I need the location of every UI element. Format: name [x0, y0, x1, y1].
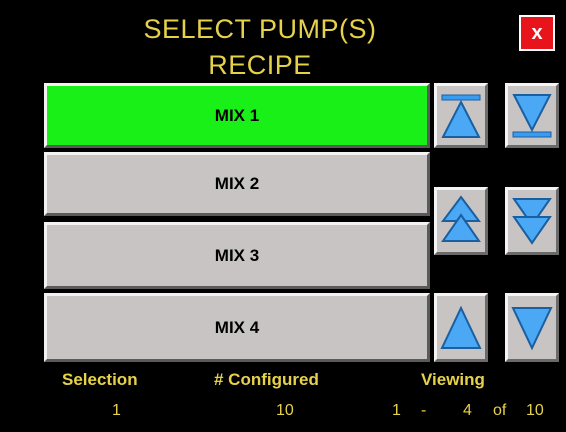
recipe-item-label: MIX 3 — [214, 245, 260, 265]
configured-label: # Configured — [214, 370, 319, 389]
page-subtitle: RECIPE — [208, 50, 312, 80]
scroll-down-button[interactable] — [505, 293, 559, 362]
recipe-item-1[interactable]: MIX 1 — [44, 83, 430, 148]
recipe-item-2[interactable]: MIX 2 — [44, 152, 430, 216]
selection-value: 1 — [112, 402, 121, 419]
configured-value: 10 — [276, 402, 294, 419]
scroll-top-button[interactable] — [434, 83, 488, 148]
recipe-item-4[interactable]: MIX 4 — [44, 293, 430, 362]
close-icon: x — [531, 22, 543, 44]
recipe-item-label: MIX 2 — [214, 174, 260, 193]
viewing-total: 10 — [526, 402, 544, 419]
recipe-item-label: MIX 1 — [214, 105, 260, 125]
viewing-dash: - — [421, 402, 427, 419]
selection-label: Selection — [62, 370, 138, 389]
page-down-button[interactable] — [505, 187, 559, 255]
recipe-item-3[interactable]: MIX 3 — [44, 222, 430, 289]
page-up-button[interactable] — [434, 187, 488, 255]
double-down-icon — [512, 198, 552, 245]
recipe-item-label: MIX 4 — [214, 317, 260, 337]
viewing-from: 1 — [392, 402, 401, 419]
close-button[interactable]: x — [519, 15, 555, 51]
page-title: SELECT PUMP(S) — [143, 14, 377, 44]
viewing-label: Viewing — [421, 370, 485, 389]
viewing-to: 4 — [463, 402, 472, 419]
scroll-bottom-button[interactable] — [505, 83, 559, 148]
double-up-icon — [441, 195, 481, 242]
up-arrow-icon — [440, 305, 482, 349]
viewing-of: of — [493, 402, 507, 419]
scroll-up-button[interactable] — [434, 293, 488, 362]
jump-to-bottom-icon — [512, 93, 552, 137]
down-arrow-icon — [511, 306, 553, 350]
jump-to-top-icon — [441, 94, 481, 138]
